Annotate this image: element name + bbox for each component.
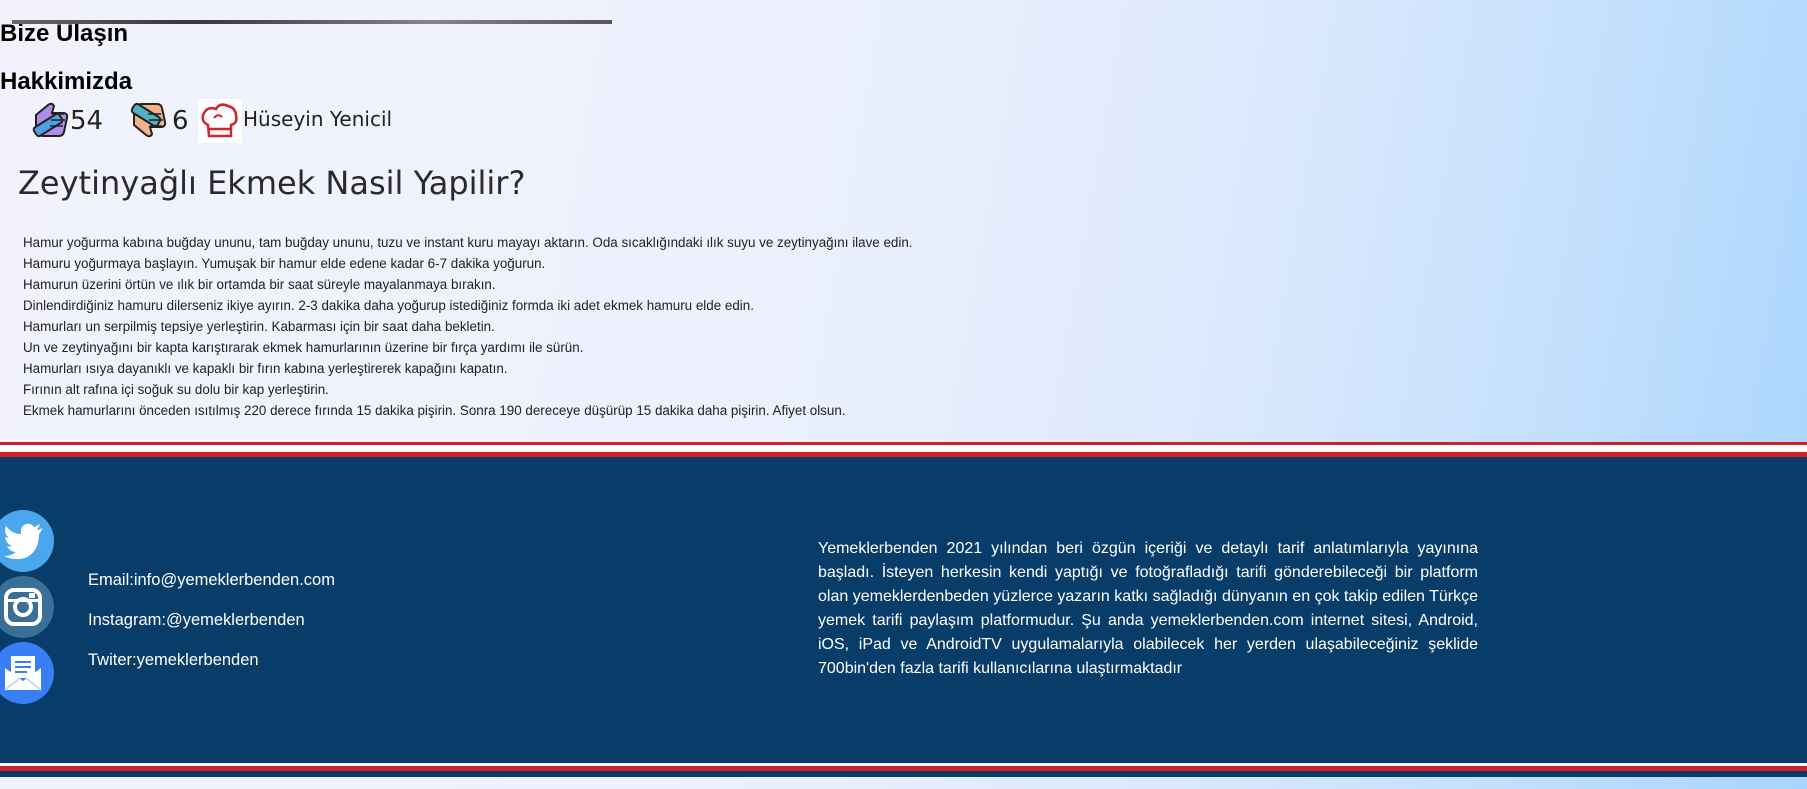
about-text: Yemeklerbenden 2021 yılından beri özgün … (818, 539, 1478, 677)
recipe-step: Un ve zeytinyağını bir kapta karıştırara… (23, 339, 584, 355)
recipe-step: Hamuru yoğurmaya başlayın. Yumuşak bir h… (23, 255, 546, 271)
recipe-step: Ekmek hamurlarını önceden ısıtılmış 220 … (23, 402, 846, 418)
recipe-image (12, 19, 612, 24)
recipe-steps: Hamur yoğurma kabına buğday ununu, tam b… (23, 232, 913, 421)
footer-divider (0, 765, 1807, 771)
recipe-step: Fırının alt rafına içi soğuk su dolu bir… (23, 381, 329, 397)
contact-twitter[interactable]: Twiter:yemeklerbenden (88, 651, 259, 670)
dislike-count: 6 (172, 105, 189, 136)
thumbs-down-icon (130, 102, 167, 138)
recipe-step: Dinlendirdiğiniz hamuru dilerseniz ikiye… (23, 297, 754, 313)
twitter-icon (4, 523, 42, 560)
contact-title: Bize Ulaşın (0, 19, 129, 47)
mail-icon (4, 655, 42, 691)
recipe-step: Hamurları un serpilmiş tepsiye yerleştir… (23, 318, 495, 334)
chef-hat-icon (198, 98, 242, 143)
author-name: Hüseyin Yenicil (243, 106, 393, 131)
recipe-step: Hamur yoğurma kabına buğday ununu, tam b… (23, 234, 913, 250)
about-title: Hakkimizda (0, 67, 133, 95)
recipe-title: Zeytinyağlı Ekmek Nasil Yapilir? (18, 163, 526, 202)
recipe-step: Hamurları ısıya dayanıklı ve kapaklı bir… (23, 360, 508, 376)
instagram-icon (4, 587, 42, 626)
recipe-step: Hamurun üzerini örtün ve ılık bir ortamd… (23, 276, 496, 292)
contact-email[interactable]: Email:info@yemeklerbenden.com (88, 571, 335, 590)
contact-instagram[interactable]: Instagram:@yemeklerbenden (88, 611, 305, 630)
thumbs-up-icon (32, 102, 69, 137)
like-count: 54 (70, 105, 104, 136)
